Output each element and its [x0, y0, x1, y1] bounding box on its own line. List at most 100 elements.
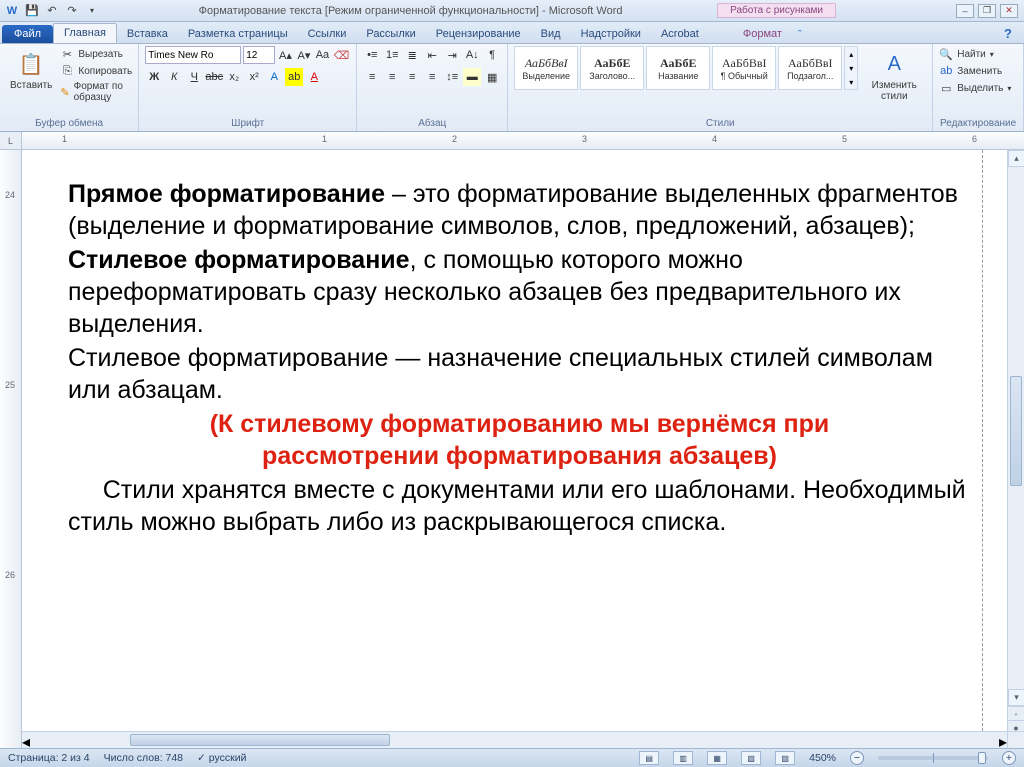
- font-size-select[interactable]: [243, 46, 275, 64]
- find-button[interactable]: 🔍Найти▾: [939, 46, 1011, 62]
- scroll-right-icon[interactable]: ▸: [999, 732, 1007, 748]
- tab-insert[interactable]: Вставка: [117, 25, 178, 43]
- zoom-knob[interactable]: [978, 752, 986, 764]
- scroll-up-icon[interactable]: ▴: [1008, 150, 1024, 167]
- group-font: A▴ A▾ Aa ⌫ Ж К Ч abc x₂ x² A ab A Шрифт: [139, 44, 357, 131]
- tab-view[interactable]: Вид: [531, 25, 571, 43]
- bold-button[interactable]: Ж: [145, 68, 163, 86]
- styles-scroll[interactable]: ▴▾▾: [844, 46, 858, 90]
- p4-red: (К стилевому форматированию мы вернёмся …: [148, 408, 891, 472]
- replace-icon: ab: [939, 64, 953, 78]
- increase-indent-button[interactable]: ⇥: [443, 46, 461, 64]
- font-name-select[interactable]: [145, 46, 241, 64]
- scroll-track[interactable]: [1008, 167, 1024, 689]
- shading-button[interactable]: ▬: [463, 68, 481, 86]
- horizontal-scrollbar[interactable]: ◂ ▸: [22, 731, 1007, 748]
- change-case-button[interactable]: Aa: [314, 46, 330, 64]
- hscroll-thumb[interactable]: [130, 734, 390, 746]
- highlight-button[interactable]: ab: [285, 68, 303, 86]
- undo-icon[interactable]: ↶: [44, 3, 60, 19]
- view-web[interactable]: ▦: [707, 751, 727, 765]
- tab-references[interactable]: Ссылки: [298, 25, 357, 43]
- ribbon: 📋 Вставить ✂Вырезать ⎘Копировать ✎Формат…: [0, 44, 1024, 132]
- sort-button[interactable]: A↓: [463, 46, 481, 64]
- view-outline[interactable]: ▧: [741, 751, 761, 765]
- close-button[interactable]: ✕: [1000, 4, 1018, 18]
- page-content[interactable]: Прямое форматирование – это форматирован…: [22, 150, 1007, 748]
- style-subtitle[interactable]: АаБбВвІПодзагол...: [778, 46, 842, 90]
- minimize-ribbon-icon[interactable]: ˆ: [792, 27, 808, 43]
- align-right-button[interactable]: ≡: [403, 68, 421, 86]
- horizontal-ruler[interactable]: 11234567: [22, 132, 1024, 149]
- multilevel-button[interactable]: ≣: [403, 46, 421, 64]
- scroll-corner: [1007, 731, 1024, 748]
- tab-page-layout[interactable]: Разметка страницы: [178, 25, 298, 43]
- hscroll-track[interactable]: [30, 732, 999, 748]
- text-effects-button[interactable]: A: [265, 68, 283, 86]
- zoom-out-button[interactable]: −: [850, 751, 864, 765]
- replace-button[interactable]: abЗаменить: [939, 63, 1011, 79]
- status-lang[interactable]: ✓ русский: [197, 752, 246, 764]
- paste-button[interactable]: 📋 Вставить: [6, 46, 56, 95]
- cut-button[interactable]: ✂Вырезать: [60, 46, 132, 62]
- maximize-button[interactable]: ❐: [978, 4, 996, 18]
- quick-access-toolbar: W 💾 ↶ ↷ ▾: [0, 3, 104, 19]
- font-color-button[interactable]: A: [305, 68, 323, 86]
- status-words[interactable]: Число слов: 748: [104, 752, 183, 764]
- clear-format-button[interactable]: ⌫: [333, 46, 351, 64]
- tab-mailings[interactable]: Рассылки: [356, 25, 425, 43]
- redo-icon[interactable]: ↷: [64, 3, 80, 19]
- change-styles-button[interactable]: A Изменить стили: [862, 46, 926, 106]
- select-button[interactable]: ▭Выделить▾: [939, 80, 1011, 96]
- minimize-button[interactable]: –: [956, 4, 974, 18]
- justify-button[interactable]: ≡: [423, 68, 441, 86]
- prev-page-icon[interactable]: ◦: [1008, 706, 1024, 720]
- style-heading[interactable]: АаБбЕЗаголово...: [580, 46, 644, 90]
- scroll-down-icon[interactable]: ▾: [1008, 689, 1024, 706]
- scroll-thumb[interactable]: [1010, 376, 1022, 486]
- horizontal-ruler-area: L 11234567: [0, 132, 1024, 150]
- status-page[interactable]: Страница: 2 из 4: [8, 752, 90, 764]
- tab-review[interactable]: Рецензирование: [426, 25, 531, 43]
- view-full-reading[interactable]: ▥: [673, 751, 693, 765]
- italic-button[interactable]: К: [165, 68, 183, 86]
- save-icon[interactable]: 💾: [24, 3, 40, 19]
- style-emphasis[interactable]: АаБбВвІВыделение: [514, 46, 578, 90]
- view-print-layout[interactable]: ▤: [639, 751, 659, 765]
- style-normal[interactable]: АаБбВвІ¶ Обычный: [712, 46, 776, 90]
- zoom-in-button[interactable]: +: [1002, 751, 1016, 765]
- qat-dropdown-icon[interactable]: ▾: [84, 3, 100, 19]
- styles-gallery[interactable]: АаБбВвІВыделение АаБбЕЗаголово... АаБбЕН…: [514, 46, 858, 90]
- tab-home[interactable]: Главная: [53, 23, 117, 43]
- borders-button[interactable]: ▦: [483, 68, 501, 86]
- scroll-left-icon[interactable]: ◂: [22, 732, 30, 748]
- status-bar: Страница: 2 из 4 Число слов: 748 ✓ русск…: [0, 748, 1024, 767]
- shrink-font-button[interactable]: A▾: [296, 46, 312, 64]
- tab-acrobat[interactable]: Acrobat: [651, 25, 709, 43]
- tab-file[interactable]: Файл: [2, 25, 53, 43]
- vertical-ruler[interactable]: 242526: [0, 150, 22, 748]
- align-left-button[interactable]: ≡: [363, 68, 381, 86]
- format-painter-button[interactable]: ✎Формат по образцу: [60, 80, 132, 104]
- view-draft[interactable]: ▨: [775, 751, 795, 765]
- superscript-button[interactable]: x²: [245, 68, 263, 86]
- bullets-button[interactable]: •≡: [363, 46, 381, 64]
- line-spacing-button[interactable]: ↕≡: [443, 68, 461, 86]
- show-marks-button[interactable]: ¶: [483, 46, 501, 64]
- vertical-scrollbar[interactable]: ▴ ▾ ◦ ● ◦: [1007, 150, 1024, 748]
- help-icon[interactable]: ?: [1000, 24, 1016, 43]
- zoom-level[interactable]: 450%: [809, 752, 836, 764]
- zoom-slider[interactable]: [878, 756, 988, 760]
- decrease-indent-button[interactable]: ⇤: [423, 46, 441, 64]
- group-font-label: Шрифт: [145, 117, 350, 131]
- copy-button[interactable]: ⎘Копировать: [60, 63, 132, 79]
- strike-button[interactable]: abc: [205, 68, 223, 86]
- tab-format[interactable]: Формат: [733, 25, 792, 43]
- align-center-button[interactable]: ≡: [383, 68, 401, 86]
- grow-font-button[interactable]: A▴: [277, 46, 293, 64]
- subscript-button[interactable]: x₂: [225, 68, 243, 86]
- tab-addins[interactable]: Надстройки: [571, 25, 651, 43]
- style-title[interactable]: АаБбЕНазвание: [646, 46, 710, 90]
- underline-button[interactable]: Ч: [185, 68, 203, 86]
- numbering-button[interactable]: 1≡: [383, 46, 401, 64]
